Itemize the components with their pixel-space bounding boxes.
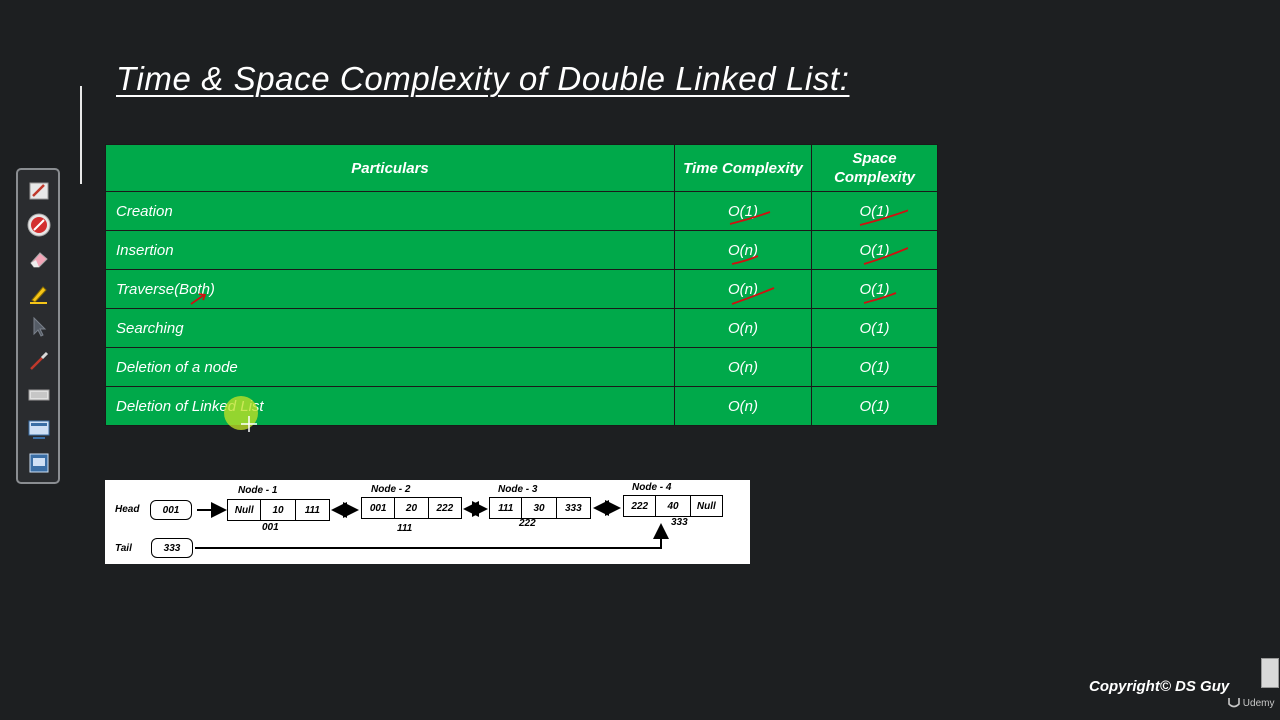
row-space: O(1) [811,230,938,270]
row-time: O(n) [674,269,812,309]
copyright-text: Copyright© DS Guy [1089,678,1230,695]
table-row: Traverse(Both) O(n) O(1) [105,269,938,309]
slide-title: Time & Space Complexity of Double Linked… [116,60,850,97]
header-time-complexity: Time Complexity [674,144,812,192]
brush-icon[interactable] [26,348,52,374]
table-row: Insertion O(n) O(1) [105,230,938,270]
diagram-arrows [195,500,669,549]
row-space: O(1) [811,269,938,309]
header-particulars: Particulars [105,144,675,192]
cursor-arrow-icon[interactable] [26,314,52,340]
row-particular: Traverse(Both) [105,269,675,309]
highlighter-icon[interactable] [26,280,52,306]
row-particular: Deletion of a node [105,347,675,387]
row-particular: Searching [105,308,675,348]
row-time: O(n) [674,347,812,387]
table-header-row: Particulars Time Complexity Space Comple… [105,144,938,192]
keyboard-icon[interactable] [26,382,52,408]
linked-list-diagram: Head 001 Tail 333 Node - 1 Null 10 111 0… [105,480,750,564]
crosshair-cursor-icon [241,416,257,432]
row-space: O(1) [811,191,938,231]
row-space: O(1) [811,308,938,348]
red-arrow-mark-icon [190,292,207,305]
header-space-complexity: Space Complexity [811,144,938,192]
udemy-logo-icon [1228,698,1240,708]
eraser-icon[interactable] [26,246,52,272]
row-time: O(1) [674,191,812,231]
row-particular: Insertion [105,230,675,270]
row-time: O(n) [674,308,812,348]
pen-icon[interactable] [26,178,52,204]
laser-pointer-icon[interactable] [26,212,52,238]
table-row: Deletion of a node O(n) O(1) [105,347,938,387]
row-particular: Creation [105,191,675,231]
player-scroll-button[interactable] [1261,658,1279,688]
row-time: O(n) [674,386,812,426]
udemy-watermark: Udemy [1228,698,1274,709]
row-space: O(1) [811,386,938,426]
udemy-brand-text: Udemy [1242,698,1275,709]
table-row: Searching O(n) O(1) [105,308,938,348]
annotation-toolbar [16,168,60,484]
complexity-table: Particulars Time Complexity Space Comple… [105,144,938,426]
whiteboard-icon[interactable] [26,416,52,442]
table-row: Creation O(1) O(1) [105,191,938,231]
row-time: O(n) [674,230,812,270]
row-space: O(1) [811,347,938,387]
text-cursor-line [80,86,82,184]
screen-capture-icon[interactable] [26,450,52,476]
row-particular: Deletion of Linked List [105,386,675,426]
tail-arrow [195,523,669,549]
